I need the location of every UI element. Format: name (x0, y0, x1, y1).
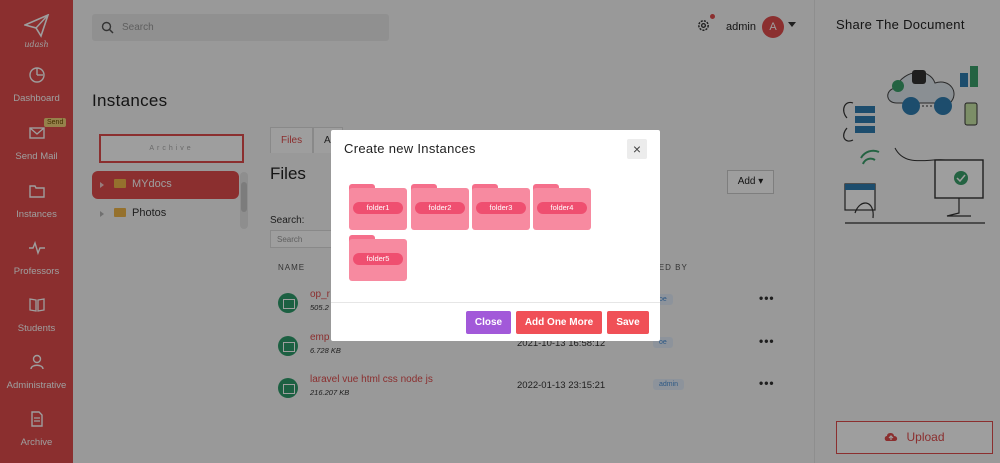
folder-card[interactable]: folder2 (411, 184, 469, 230)
save-button[interactable]: Save (607, 311, 649, 334)
folder-name-tag: folder4 (537, 202, 587, 214)
folder-name-tag: folder1 (353, 202, 403, 214)
close-icon[interactable]: × (627, 139, 647, 159)
folder-card[interactable]: folder5 (349, 235, 407, 281)
modal-title: Create new Instances (344, 141, 476, 156)
create-instances-modal: Create new Instances × folder1 folder2 f… (331, 130, 660, 341)
folder-card[interactable]: folder1 (349, 184, 407, 230)
add-one-more-button[interactable]: Add One More (516, 311, 602, 334)
close-button[interactable]: Close (466, 311, 511, 334)
folder-card[interactable]: folder4 (533, 184, 591, 230)
folder-name-tag: folder3 (476, 202, 526, 214)
folder-name-tag: folder5 (353, 253, 403, 265)
folder-card[interactable]: folder3 (472, 184, 530, 230)
folder-name-tag: folder2 (415, 202, 465, 214)
modal-divider (331, 302, 660, 303)
